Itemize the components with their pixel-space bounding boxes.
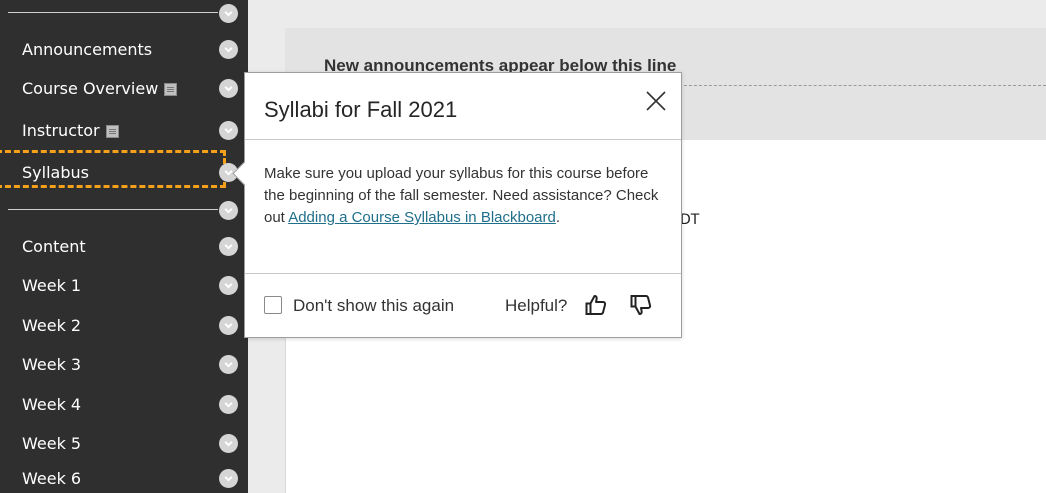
page-icon xyxy=(164,82,178,96)
thumbs-up-icon[interactable] xyxy=(584,293,608,317)
sidebar-item-label: Syllabus xyxy=(22,162,89,182)
sidebar-item-label: Instructor xyxy=(22,120,100,140)
chevron-down-icon[interactable] xyxy=(219,4,238,23)
sidebar-item-week-1[interactable]: Week 1 xyxy=(0,270,248,300)
chevron-down-icon[interactable] xyxy=(219,201,238,220)
sidebar-item-label: Content xyxy=(22,236,86,256)
sidebar-item-label: Week 1 xyxy=(22,275,82,295)
sidebar-item-label: Announcements xyxy=(22,39,153,59)
chevron-down-icon[interactable] xyxy=(219,275,238,295)
thumbs-down-icon[interactable] xyxy=(629,293,653,317)
menu-divider xyxy=(8,209,218,210)
chevron-down-icon[interactable] xyxy=(219,236,238,256)
chevron-down-icon[interactable] xyxy=(219,120,238,140)
sidebar-item-syllabus[interactable]: Syllabus xyxy=(0,157,248,187)
sidebar-item-label: Week 6 xyxy=(22,468,82,488)
sidebar-item-instructor[interactable]: Instructor xyxy=(0,115,248,145)
page-icon xyxy=(105,124,119,138)
dont-show-label[interactable]: Don't show this again xyxy=(293,296,454,316)
sidebar-item-week-6[interactable]: Week 6 xyxy=(0,463,248,493)
popover-body-end: . xyxy=(555,209,561,226)
sidebar-item-label: Week 4 xyxy=(22,394,82,414)
popover-body: Make sure you upload your syllabus for t… xyxy=(264,163,664,229)
sidebar-item-label: Week 3 xyxy=(22,354,82,374)
chevron-down-icon[interactable] xyxy=(219,394,238,414)
chevron-down-icon[interactable] xyxy=(219,354,238,374)
chevron-down-icon[interactable] xyxy=(219,468,238,488)
sidebar-item-week-5[interactable]: Week 5 xyxy=(0,428,248,458)
sidebar-item-announcements[interactable]: Announcements xyxy=(0,34,248,64)
popover-divider xyxy=(245,273,681,274)
sidebar-item-week-4[interactable]: Week 4 xyxy=(0,389,248,419)
sidebar-item-course-overview[interactable]: Course Overview xyxy=(0,73,248,103)
popover-title: Syllabi for Fall 2021 xyxy=(264,97,458,122)
dont-show-checkbox[interactable] xyxy=(264,296,282,314)
syllabus-help-link[interactable]: Adding a Course Syllabus in Blackboard xyxy=(288,209,556,226)
popover-divider xyxy=(245,139,681,140)
helpful-label: Helpful? xyxy=(505,296,568,315)
sidebar-item-week-3[interactable]: Week 3 xyxy=(0,349,248,379)
close-icon[interactable] xyxy=(644,89,668,113)
sidebar-item-content[interactable]: Content xyxy=(0,231,248,261)
sidebar-item-label: Week 5 xyxy=(22,433,82,453)
chevron-down-icon[interactable] xyxy=(219,78,238,98)
sidebar-item-label: Course Overview xyxy=(22,78,159,98)
partial-background-text: DT xyxy=(680,212,700,228)
syllabus-tip-popover: Syllabi for Fall 2021 Make sure you uplo… xyxy=(232,72,682,338)
chevron-down-icon[interactable] xyxy=(219,315,238,335)
menu-divider xyxy=(8,12,218,13)
sidebar-item-week-2[interactable]: Week 2 xyxy=(0,310,248,340)
sidebar-item-label: Week 2 xyxy=(22,315,82,335)
chevron-down-icon[interactable] xyxy=(219,433,238,453)
course-menu-sidebar: Announcements Course Overview Instructor… xyxy=(0,0,248,493)
chevron-down-icon[interactable] xyxy=(219,39,238,59)
